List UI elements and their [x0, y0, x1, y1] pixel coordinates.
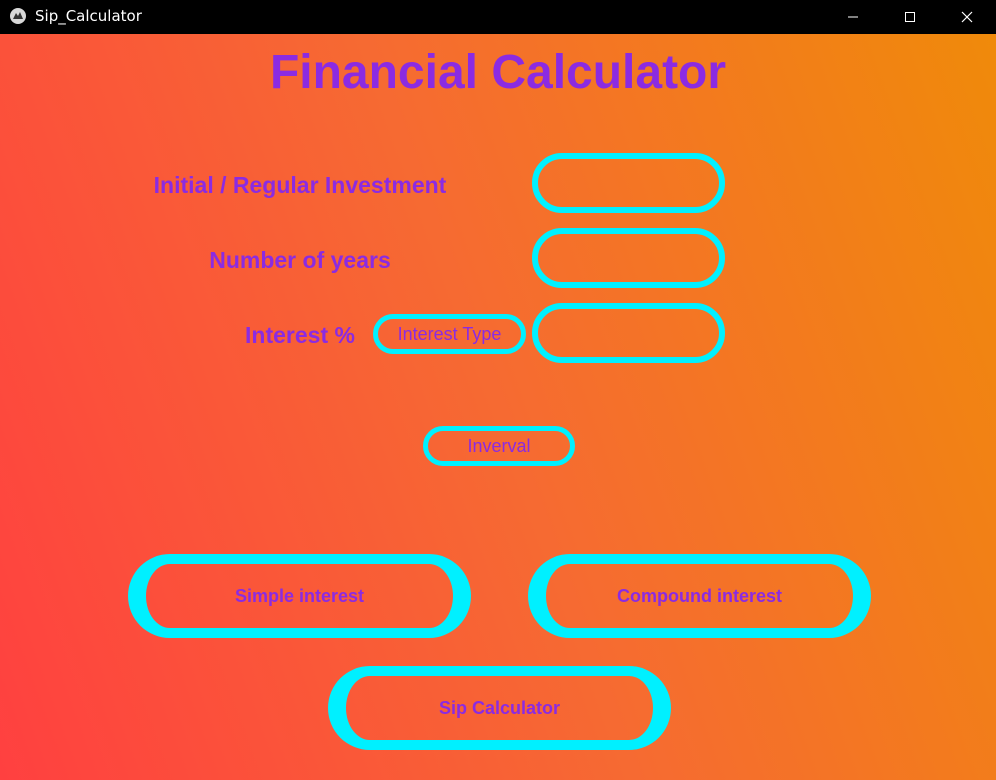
minimize-icon: [848, 16, 858, 18]
simple-interest-button[interactable]: Simple interest: [128, 554, 471, 638]
app-content: Financial Calculator Initial / Regular I…: [0, 34, 996, 780]
years-input[interactable]: [532, 228, 725, 288]
compound-interest-button[interactable]: Compound interest: [528, 554, 871, 638]
window-titlebar: Sip_Calculator: [0, 0, 996, 34]
interval-dropdown[interactable]: Inverval: [423, 426, 575, 466]
sip-calculator-button[interactable]: Sip Calculator: [328, 666, 671, 750]
kivy-app-icon: [10, 8, 26, 24]
interest-input[interactable]: [532, 303, 725, 363]
investment-input[interactable]: [532, 153, 725, 213]
page-title: Financial Calculator: [269, 46, 727, 99]
years-label: Number of years: [209, 247, 391, 273]
close-icon: [961, 11, 973, 23]
window-title: Sip_Calculator: [35, 7, 142, 25]
interest-label: Interest %: [245, 322, 355, 348]
investment-label: Initial / Regular Investment: [153, 172, 447, 198]
interest-type-dropdown[interactable]: Interest Type: [373, 314, 526, 354]
minimize-button[interactable]: [830, 0, 876, 34]
close-button[interactable]: [944, 0, 990, 34]
maximize-button[interactable]: [887, 0, 933, 34]
maximize-icon: [905, 12, 915, 22]
